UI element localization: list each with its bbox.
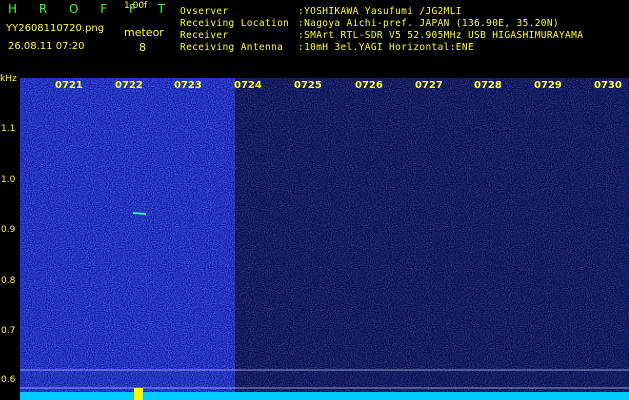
app-brand: H R O F F T bbox=[8, 2, 175, 16]
capture-datetime: 26.08.11 07:20 bbox=[8, 41, 85, 52]
signal-baseline bbox=[20, 392, 629, 400]
y-axis-unit: kHz bbox=[0, 74, 17, 84]
y-tick-label: 0.9 bbox=[1, 225, 16, 235]
app-version: 1.00f bbox=[124, 1, 148, 11]
y-tick-label: 1.0 bbox=[1, 175, 16, 185]
meteor-label: meteor bbox=[124, 26, 164, 39]
x-tick-label: 0729 bbox=[534, 80, 562, 91]
x-tick-label: 0725 bbox=[294, 80, 322, 91]
observer-line: Ovserver :YOSHIKAWA Yasufumi /JG2MLI bbox=[180, 7, 462, 17]
receiver-line: Receiver :SMArt RTL-SDR V5 52.905MHz USB … bbox=[180, 31, 583, 41]
x-tick-label: 0730 bbox=[594, 80, 622, 91]
antenna-value: :10mH 3el.YAGI Horizontal:ENE bbox=[298, 42, 475, 53]
y-tick-label: 0.7 bbox=[1, 326, 16, 336]
observer-key: Ovserver bbox=[180, 6, 229, 17]
x-tick-label: 0727 bbox=[415, 80, 443, 91]
spectrogram-plot bbox=[20, 78, 629, 400]
x-tick-label: 0728 bbox=[474, 80, 502, 91]
meteor-marker bbox=[134, 388, 143, 400]
file-name: YY2608110720.png bbox=[6, 23, 105, 34]
meteor-count: 8 bbox=[139, 41, 146, 54]
x-tick-label: 0722 bbox=[115, 80, 143, 91]
x-tick-label: 0726 bbox=[355, 80, 383, 91]
y-tick-label: 0.8 bbox=[1, 276, 16, 286]
receiver-value: :SMArt RTL-SDR V5 52.905MHz USB HIGASHIM… bbox=[298, 30, 584, 41]
observer-value: :YOSHIKAWA Yasufumi /JG2MLI bbox=[298, 6, 462, 17]
header-panel: H R O F F T 1.00f YY2608110720.png 26.08… bbox=[0, 0, 629, 72]
location-value: :Nagoya Aichi-pref. JAPAN (136.90E, 35.2… bbox=[298, 18, 559, 29]
y-tick-label: 1.1 bbox=[1, 124, 16, 134]
receiver-key: Receiver bbox=[180, 30, 229, 41]
y-tick-label: 0.6 bbox=[1, 375, 16, 385]
noise-dim-overlay bbox=[235, 78, 629, 400]
antenna-key: Receiving Antenna bbox=[180, 42, 284, 53]
antenna-line: Receiving Antenna :10mH 3el.YAGI Horizont… bbox=[180, 43, 474, 53]
x-tick-label: 0723 bbox=[174, 80, 202, 91]
x-tick-label: 0721 bbox=[55, 80, 83, 91]
location-key: Receiving Location bbox=[180, 18, 290, 29]
x-tick-label: 0724 bbox=[234, 80, 262, 91]
location-line: Receiving Location :Nagoya Aichi-pref. JA… bbox=[180, 19, 559, 29]
meteor-echo bbox=[132, 212, 147, 215]
